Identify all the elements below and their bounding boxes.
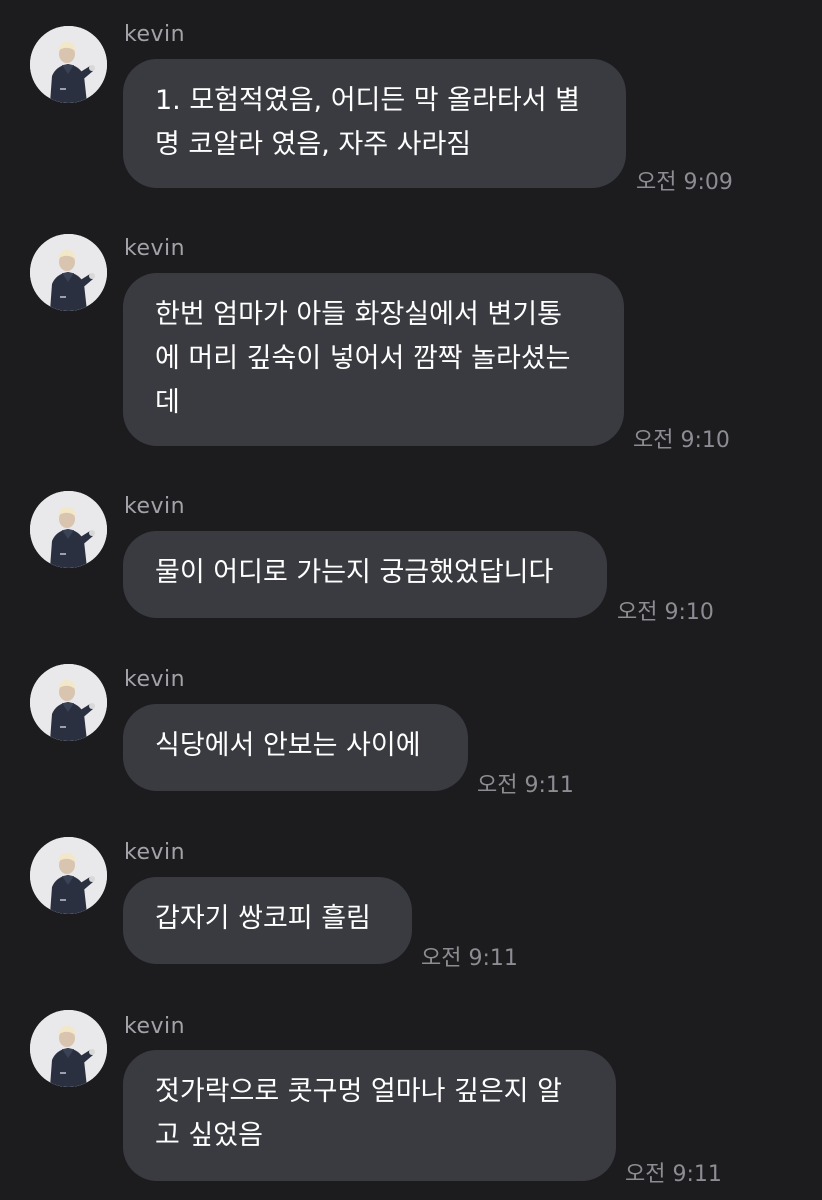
message-timestamp: 오전 9:10 [633, 428, 730, 453]
sender-avatar[interactable] [30, 234, 107, 311]
avatar-photo-icon [30, 234, 107, 311]
sender-avatar[interactable] [30, 837, 107, 914]
message-bubble[interactable]: 한번 엄마가 아들 화장실에서 변기통 에 머리 깊숙이 넣어서 깜짝 놀라셨는… [123, 273, 624, 446]
message-bubble[interactable]: 식당에서 안보는 사이에 [123, 704, 468, 791]
sender-avatar[interactable] [30, 491, 107, 568]
sender-name: kevin [124, 494, 186, 519]
avatar-photo-icon [30, 664, 107, 741]
message-timestamp: 오전 9:09 [636, 170, 733, 195]
avatar-photo-icon [30, 837, 107, 914]
message-timestamp: 오전 9:11 [477, 773, 574, 798]
message-timestamp: 오전 9:10 [617, 600, 714, 625]
message-bubble[interactable]: 1. 모험적였음, 어디든 막 올라타서 별 명 코알라 였음, 자주 사라짐 [123, 59, 626, 188]
message-timestamp: 오전 9:11 [421, 946, 518, 971]
avatar-photo-icon [30, 26, 107, 103]
message-bubble[interactable]: 갑자기 쌍코피 흘림 [123, 877, 412, 964]
sender-avatar[interactable] [30, 1010, 107, 1087]
message-bubble[interactable]: 물이 어디로 가는지 궁금했었답니다 [123, 531, 607, 618]
sender-name: kevin [124, 22, 186, 47]
avatar-photo-icon [30, 1010, 107, 1087]
sender-name: kevin [124, 667, 186, 692]
message-bubble[interactable]: 젓가락으로 콧구멍 얼마나 깊은지 알 고 싶었음 [123, 1050, 616, 1181]
sender-name: kevin [124, 1014, 186, 1039]
chat-message-list: kevin 1. 모험적였음, 어디든 막 올라타서 별 명 코알라 였음, 자… [0, 0, 822, 1200]
sender-avatar[interactable] [30, 664, 107, 741]
message-timestamp: 오전 9:11 [625, 1162, 722, 1187]
avatar-photo-icon [30, 491, 107, 568]
sender-avatar[interactable] [30, 26, 107, 103]
sender-name: kevin [124, 236, 186, 261]
sender-name: kevin [124, 840, 186, 865]
